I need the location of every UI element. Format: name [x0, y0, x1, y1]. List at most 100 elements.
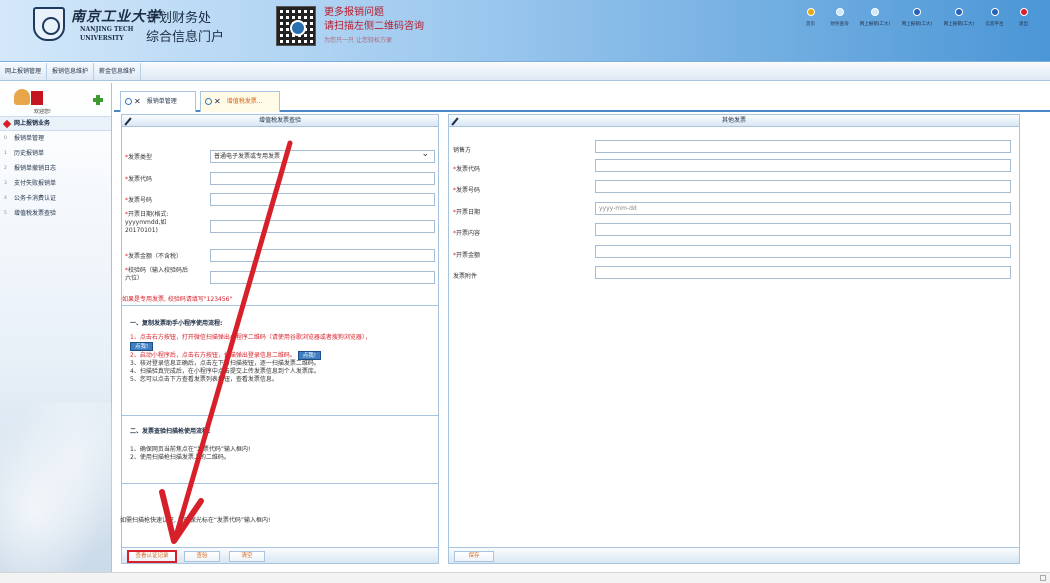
instruction-step-2-row: 2、启动小程序后，点击右方按钮，扫描弹出登录信息二维码。 点我! [130, 351, 432, 360]
verify-code-label-line-1: *校验码（输入校验码后 [125, 267, 188, 275]
nav-home[interactable]: 首页 [798, 8, 823, 27]
save-button[interactable]: 保存 [454, 551, 494, 562]
right-button-bar: 保存 [449, 547, 1019, 563]
open-page-tabs: ✕ 报销单管理 ✕ 增值税发票... [114, 88, 1050, 112]
sidebar-item-official-card[interactable]: 4 公务卡消费认证 [0, 191, 111, 206]
app-root: 南京工业大学 NANJING TECH UNIVERSITY 计划财务处 综合信… [0, 0, 1050, 583]
scanner-instructions: 二、发票查验扫描枪使用流程: 1、确保网页当前焦点在“发票代码”输入框内! 2、… [130, 428, 432, 462]
verify-code-label: *校验码（输入校验码后 六位） [125, 267, 188, 283]
seller-label-text: 销售方 [453, 147, 472, 154]
invoice-number-label-text: 发票号码 [128, 197, 153, 204]
nav-online-reimbursement-3[interactable]: 网上报销(工大) [940, 8, 978, 27]
nav-info-platform-label: 信息平台 [985, 22, 1004, 27]
other-invoice-panel: 其他发票 销售方 *发票代码 *发票号码 *开票日期 yyyy-mm-dd *开… [448, 114, 1020, 564]
panel-header: 其他发票 [449, 115, 1019, 127]
open-mini-program-button[interactable]: 点我! [130, 342, 154, 351]
view-verification-records-button[interactable]: 查看认证记录 [127, 550, 177, 563]
left-button-bar: 查看认证记录 查验 清空 [122, 547, 438, 563]
sidebar-item-history[interactable]: 1 历史报销单 [0, 146, 111, 161]
menu-bar: 网上报销管理 报销信息维护 薪金信息维护 [0, 63, 1050, 81]
sidebar-section-label: 网上报销业务 [14, 120, 51, 127]
promo-text: 更多报销问题 请扫描左侧二维码咨询 为您只一只 让您轻松方便 [324, 6, 424, 48]
refresh-icon[interactable] [205, 98, 212, 105]
scanner-step-1: 1、确保网页当前焦点在“发票代码”输入框内! [130, 446, 251, 453]
sidebar-item-revoke-log[interactable]: 2 报销单撤销日志 [0, 161, 111, 176]
invoice-amount-input[interactable] [595, 245, 1011, 258]
instruction-step-1-button-row: 点我! [130, 342, 432, 351]
close-icon[interactable]: ✕ [214, 97, 221, 106]
seller-input[interactable] [595, 140, 1011, 153]
sidebar-item-payment-failed[interactable]: 3 支付失败报销单 [0, 176, 111, 191]
logo-english-line-1: NANJING TECH [80, 26, 134, 33]
invoice-date-input[interactable] [210, 220, 435, 233]
menu-tab-reimbursement-management[interactable]: 网上报销管理 [0, 63, 48, 80]
clear-button[interactable]: 清空 [229, 551, 265, 562]
tab-reimbursement-management[interactable]: ✕ 报销单管理 [120, 91, 196, 112]
nav-finance-query[interactable]: 财务查询 [827, 8, 852, 27]
verify-button[interactable]: 查验 [184, 551, 220, 562]
invoice-code-input[interactable] [210, 172, 435, 185]
divider [122, 415, 438, 416]
close-icon[interactable]: ✕ [134, 97, 141, 106]
other-invoice-code-label-text: 发票代码 [456, 166, 481, 173]
logo-english-line-2: UNIVERSITY [80, 35, 124, 42]
invoice-attachment-input[interactable] [595, 266, 1011, 279]
logout-icon [1019, 8, 1028, 16]
invoice-type-label-text: 发票类型 [128, 154, 153, 161]
header: 南京工业大学 NANJING TECH UNIVERSITY 计划财务处 综合信… [0, 0, 1050, 62]
nav-online-reimbursement-2[interactable]: 网上报销(工大) [898, 8, 936, 27]
scanner-step-2: 2、使用扫描枪扫描发票上的二维码。 [130, 454, 230, 461]
sidebar-item-label: 报销单管理 [14, 135, 45, 142]
other-invoice-number-label-text: 发票号码 [456, 187, 481, 194]
menu-tab-salary-info[interactable]: 薪金信息维护 [94, 63, 142, 80]
other-invoice-date-label: *开票日期 [453, 207, 480, 216]
horizontal-scrollbar[interactable] [0, 572, 1050, 583]
info-platform-icon [990, 8, 999, 16]
invoice-number-input[interactable] [210, 193, 435, 206]
amount-label-text: 发票金额（不含税） [128, 253, 183, 260]
nav-online-reimbursement-1[interactable]: 网上报销(工大) [856, 8, 894, 27]
tab-vat-invoice-check[interactable]: ✕ 增值税发票... [200, 91, 280, 112]
university-logo-emblem [33, 7, 65, 41]
sidebar-item-label: 公务卡消费认证 [14, 195, 57, 202]
sidebar-item-label: 增值税发票查验 [14, 210, 57, 217]
panel-title: 其他发票 [721, 117, 746, 124]
promo-line-1: 更多报销问题 [324, 7, 384, 18]
other-invoice-number-input[interactable] [595, 180, 1011, 193]
sidebar-item-label: 报销单撤销日志 [14, 165, 57, 172]
invoice-date-label-line-3: 20170101) [125, 227, 158, 234]
verify-code-input[interactable] [210, 271, 435, 284]
other-invoice-date-input[interactable]: yyyy-mm-dd [595, 202, 1011, 215]
sidebar-item-number: 2 [4, 166, 7, 171]
invoice-type-select[interactable]: 普通电子发票或专用发票 [210, 149, 435, 163]
sidebar-item-label: 历史报销单 [14, 150, 45, 157]
nav-logout[interactable]: 退出 [1011, 8, 1036, 27]
show-login-qr-button[interactable]: 点我! [297, 351, 321, 360]
reimbursement-icon [871, 8, 879, 16]
panel-title: 增值税发票查验 [258, 117, 301, 124]
sidebar-item-reimbursement-management[interactable]: 0 报销单管理 [0, 131, 111, 146]
nav-online-reimbursement-2-label: 网上报销(工大) [901, 22, 933, 27]
invoice-date-label-line-1: *开票日期(格式: [125, 211, 168, 219]
sidebar-section-online-reimbursement[interactable]: 网上报销业务 [0, 117, 111, 131]
qr-code-icon [276, 6, 316, 46]
invoice-date-label: *开票日期(格式: yyyymmdd,如 20170101) [125, 211, 168, 235]
divider [122, 483, 438, 484]
mini-program-instructions: 一、复制发票助手小程序使用流程: 1、点击右方按钮，打开微信扫描弹出小程序二维码… [130, 320, 432, 384]
menu-tab-reimbursement-info[interactable]: 报销信息维护 [47, 63, 95, 80]
invoice-content-input[interactable] [595, 223, 1011, 236]
other-invoice-code-label: *发票代码 [453, 164, 480, 173]
panel-header: 增值税发票查验 [122, 115, 438, 127]
sidebar-decoration [0, 403, 112, 583]
plus-icon[interactable] [93, 95, 103, 105]
other-invoice-number-label: *发票号码 [453, 185, 480, 194]
other-invoice-code-input[interactable] [595, 159, 1011, 172]
refresh-icon[interactable] [125, 98, 132, 105]
scanner-instructions-title: 二、发票查验扫描枪使用流程: [130, 428, 211, 435]
amount-input[interactable] [210, 249, 435, 262]
sidebar-item-vat-invoice-check[interactable]: 5 增值税发票查验 [0, 206, 111, 221]
nav-info-platform[interactable]: 信息平台 [982, 8, 1007, 27]
reimbursement-icon [913, 8, 921, 16]
reimbursement-icon [955, 8, 963, 16]
invoice-attachment-label-text: 发票附件 [453, 273, 478, 280]
